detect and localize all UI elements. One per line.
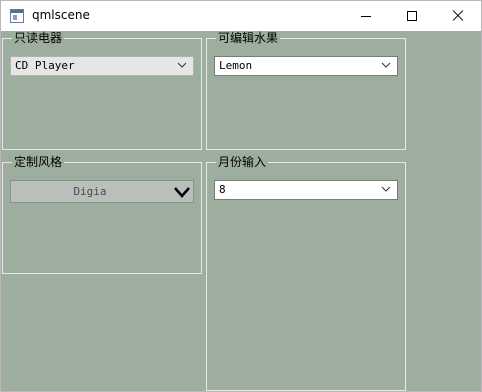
chevron-down-icon[interactable] <box>381 61 391 69</box>
appliance-combobox-value: CD Player <box>15 59 75 72</box>
group-title-custom-style: 定制风格 <box>12 155 65 169</box>
chevron-down-icon <box>177 62 187 68</box>
maximize-button[interactable] <box>389 1 435 31</box>
month-combobox-value[interactable]: 8 <box>219 183 226 197</box>
close-icon <box>452 10 464 22</box>
chevron-down-icon <box>174 187 190 198</box>
fruit-combobox[interactable]: Lemon <box>214 56 398 76</box>
maximize-icon <box>407 11 417 21</box>
chevron-down-icon[interactable] <box>381 185 391 193</box>
custom-style-combobox[interactable]: Digia <box>10 180 194 203</box>
month-combobox[interactable]: 8 <box>214 180 398 200</box>
minimize-icon <box>361 16 371 17</box>
close-button[interactable] <box>435 1 481 31</box>
title-bar[interactable]: qmlscene <box>1 1 481 31</box>
group-readonly-appliances: 只读电器 <box>2 31 202 150</box>
group-editable-fruit: 可编辑水果 <box>206 31 406 150</box>
appliance-combobox[interactable]: CD Player <box>10 56 194 76</box>
group-title-readonly-appliances: 只读电器 <box>12 31 65 45</box>
group-title-editable-fruit: 可编辑水果 <box>216 31 281 45</box>
group-title-month-input: 月份输入 <box>216 155 269 169</box>
group-custom-style: 定制风格 <box>2 155 202 274</box>
custom-style-combobox-value: Digia <box>73 185 107 198</box>
app-icon[interactable] <box>10 9 24 23</box>
minimize-button[interactable] <box>343 1 389 31</box>
app-window: qmlscene 只读电器 CD Player 可编辑水果 Lemon 定制风格… <box>0 0 482 392</box>
window-title: qmlscene <box>32 8 90 22</box>
fruit-combobox-value[interactable]: Lemon <box>219 59 252 73</box>
